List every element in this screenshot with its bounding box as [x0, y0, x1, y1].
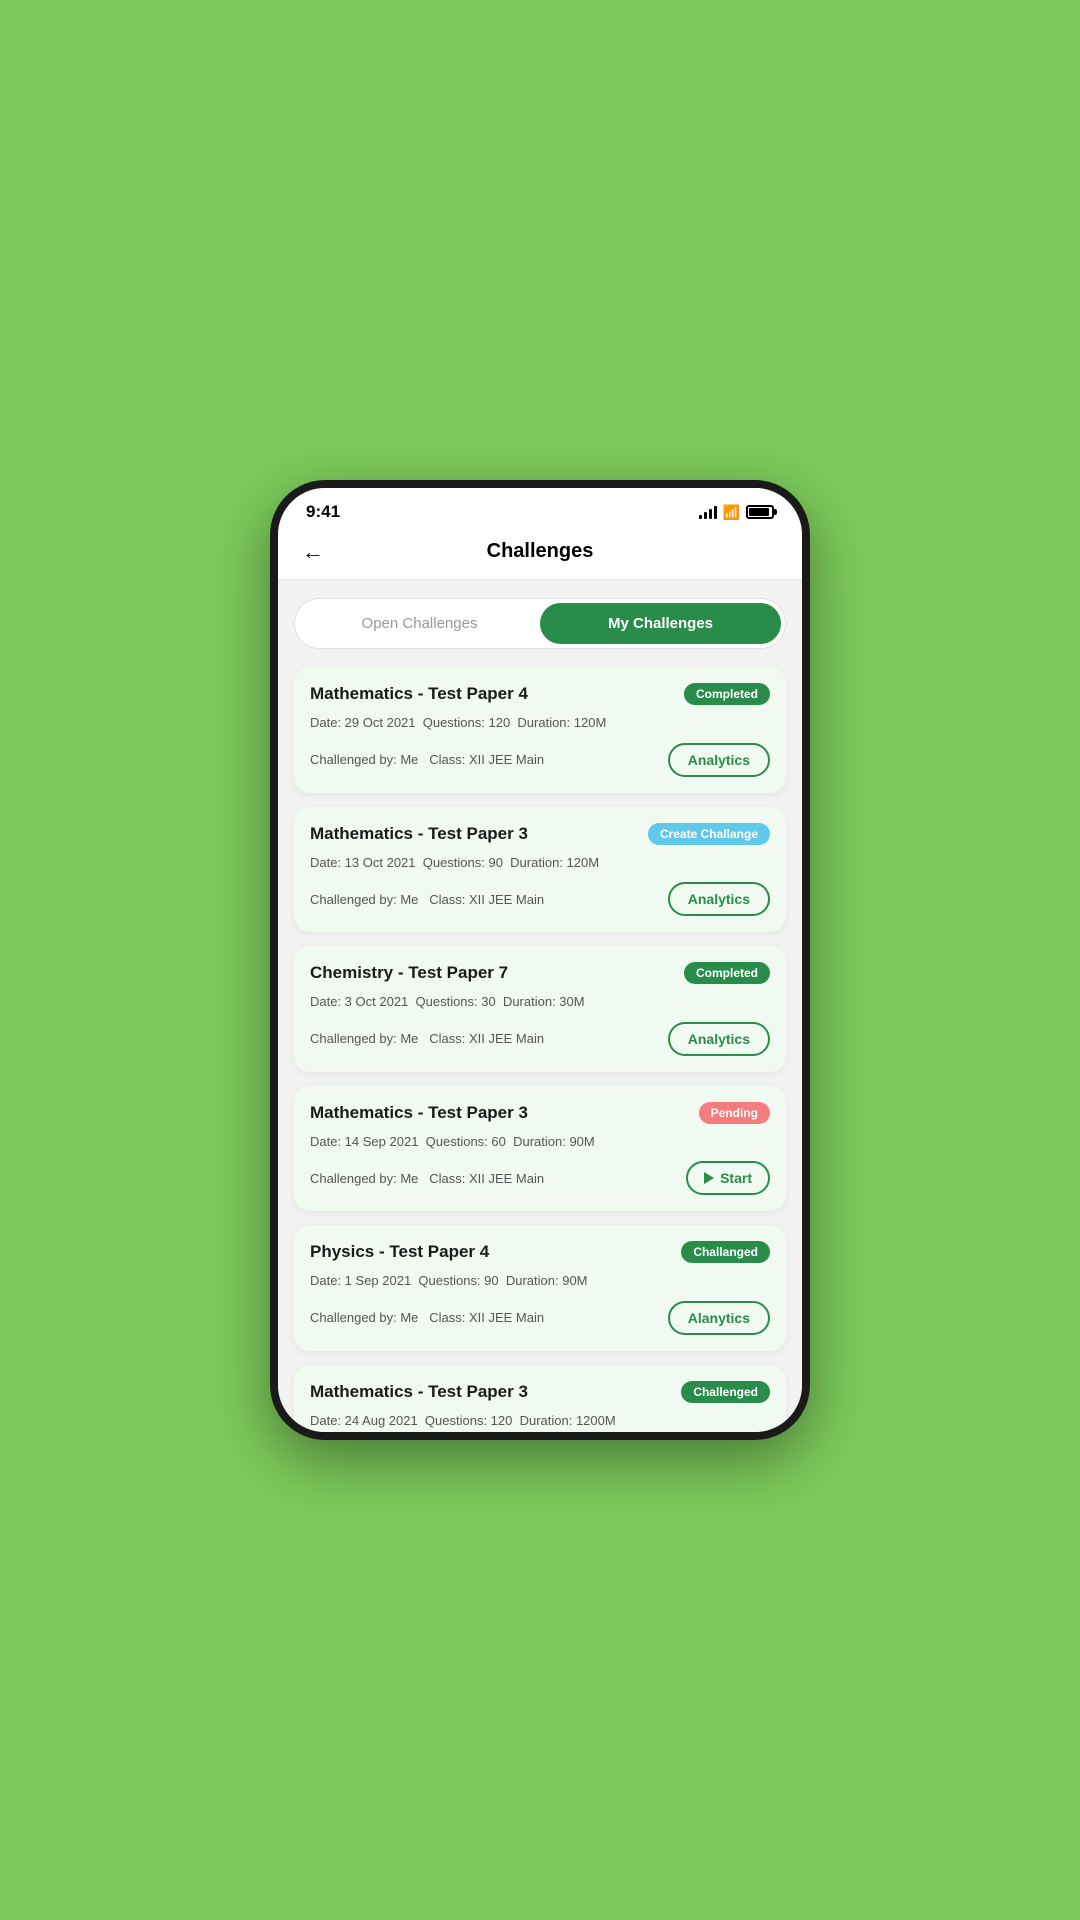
card-meta: Date: 3 Oct 2021 Questions: 30 Duration:… [310, 992, 770, 1012]
phone-frame: 9:41 📶 ← Challenges Open Challenges My C… [270, 480, 810, 1440]
signal-icon [699, 505, 717, 519]
challenge-card: Mathematics - Test Paper 3 Pending Date:… [294, 1086, 786, 1212]
card-meta: Date: 13 Oct 2021 Questions: 90 Duration… [310, 853, 770, 873]
card-meta: Date: 24 Aug 2021 Questions: 120 Duratio… [310, 1411, 770, 1431]
status-time: 9:41 [306, 502, 340, 522]
card-title: Chemistry - Test Paper 7 [310, 962, 684, 984]
wifi-icon: 📶 [723, 504, 740, 521]
card-title: Mathematics - Test Paper 4 [310, 683, 684, 705]
battery-icon [746, 505, 774, 519]
card-meta: Date: 14 Sep 2021 Questions: 60 Duration… [310, 1132, 770, 1152]
status-icons: 📶 [699, 504, 774, 521]
challenge-card: Mathematics - Test Paper 4 Completed Dat… [294, 667, 786, 793]
tab-switcher: Open Challenges My Challenges [294, 598, 786, 649]
analytics-button[interactable]: Analytics [668, 882, 770, 916]
tab-my-challenges[interactable]: My Challenges [540, 603, 781, 644]
card-challenged-by: Challenged by: Me Class: XII JEE Main [310, 892, 544, 907]
card-title: Physics - Test Paper 4 [310, 1241, 681, 1263]
card-meta: Date: 29 Oct 2021 Questions: 120 Duratio… [310, 713, 770, 733]
status-badge: Create Challange [648, 823, 770, 845]
card-title: Mathematics - Test Paper 3 [310, 1102, 699, 1124]
analytics-button[interactable]: Alanytics [668, 1301, 770, 1335]
challenge-card: Chemistry - Test Paper 7 Completed Date:… [294, 946, 786, 1072]
card-challenged-by: Challenged by: Me Class: XII JEE Main [310, 1310, 544, 1325]
card-meta: Date: 1 Sep 2021 Questions: 90 Duration:… [310, 1271, 770, 1291]
card-title: Mathematics - Test Paper 3 [310, 1381, 681, 1403]
card-title: Mathematics - Test Paper 3 [310, 823, 648, 845]
page-title: Challenges [487, 540, 594, 563]
play-icon [704, 1172, 714, 1184]
card-challenged-by: Challenged by: Me Class: XII JEE Main [310, 752, 544, 767]
analytics-button[interactable]: Analytics [668, 1022, 770, 1056]
card-challenged-by: Challenged by: Me Class: XII JEE Main [310, 1171, 544, 1186]
status-badge: Pending [699, 1102, 770, 1124]
challenge-card: Mathematics - Test Paper 3 Challenged Da… [294, 1365, 786, 1432]
back-button[interactable]: ← [298, 535, 328, 569]
main-content: Open Challenges My Challenges Mathematic… [278, 580, 802, 1432]
tab-open-challenges[interactable]: Open Challenges [299, 603, 540, 644]
status-badge: Completed [684, 683, 770, 705]
page-header: ← Challenges [278, 530, 802, 580]
status-bar: 9:41 📶 [278, 488, 802, 530]
status-badge: Completed [684, 962, 770, 984]
status-badge: Challanged [681, 1241, 770, 1263]
card-challenged-by: Challenged by: Me Class: XII JEE Main [310, 1031, 544, 1046]
status-badge: Challenged [681, 1381, 770, 1403]
challenge-card: Mathematics - Test Paper 3 Create Challa… [294, 807, 786, 933]
challenge-card: Physics - Test Paper 4 Challanged Date: … [294, 1225, 786, 1351]
analytics-button[interactable]: Analytics [668, 743, 770, 777]
challenge-list: Mathematics - Test Paper 4 Completed Dat… [294, 667, 786, 1432]
start-button[interactable]: Start [686, 1161, 770, 1195]
